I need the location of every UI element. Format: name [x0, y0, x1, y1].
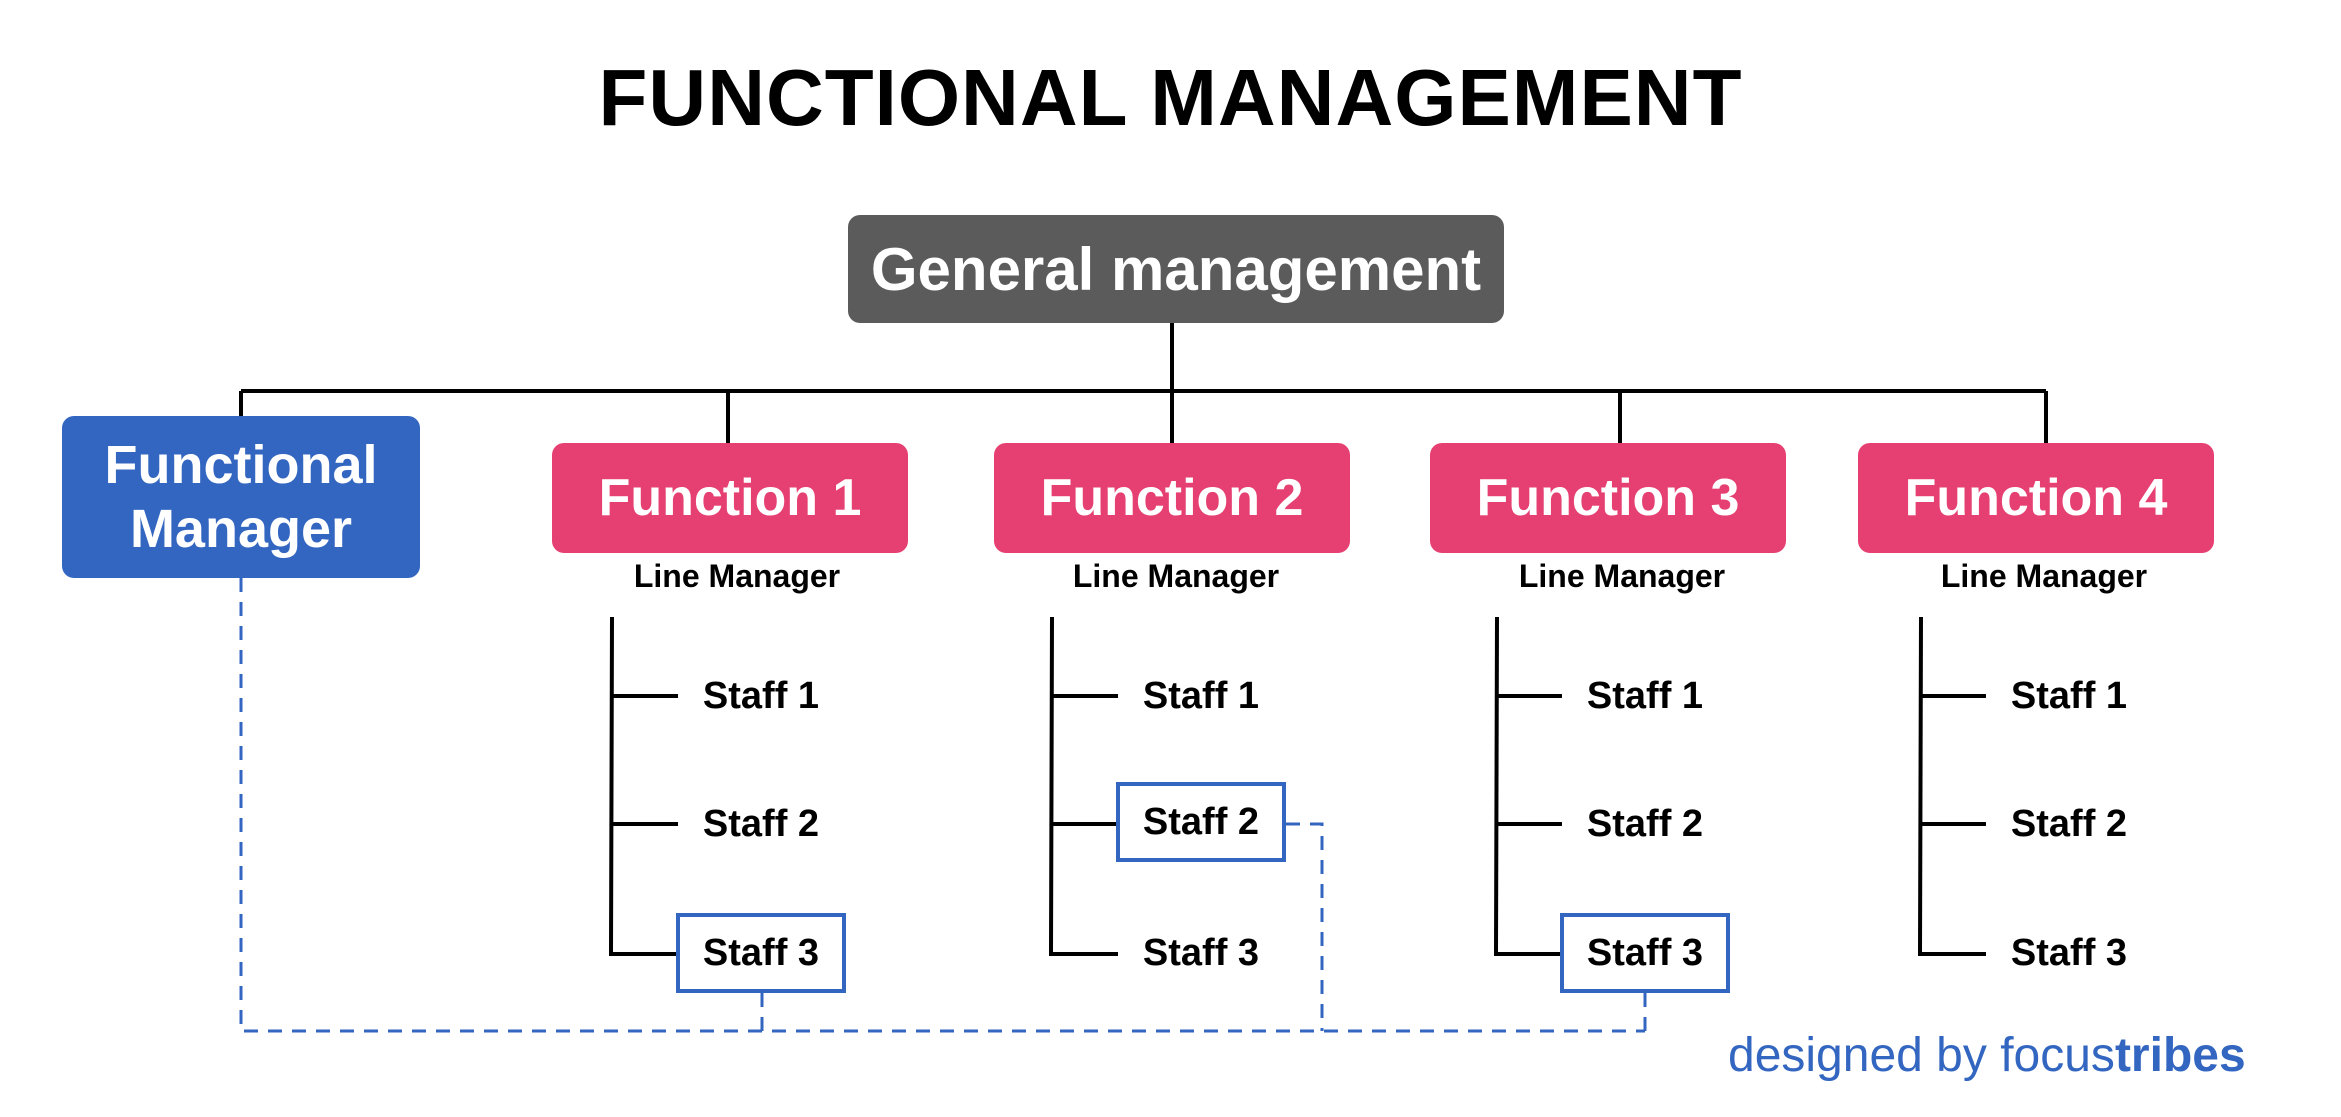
function-2-staff-2-highlighted: Staff 2	[1116, 782, 1286, 862]
function-4-label: Function 4	[1904, 469, 2168, 527]
function-1-staff-tree	[608, 616, 678, 956]
f2-staff-2-dashed-link	[1286, 822, 1324, 1031]
credit-brand-light: focus	[2000, 1029, 2115, 1082]
functional-manager-label-line1: Functional	[104, 435, 378, 495]
credit-brand-bold: tribes	[2114, 1029, 2246, 1082]
function-1-staff-3-highlighted: Staff 3	[676, 913, 846, 993]
function-2-line-manager: Line Manager	[1072, 558, 1280, 594]
functional-manager-dashed-link	[239, 578, 1645, 1033]
function-4-staff-tree	[1917, 616, 1986, 956]
function-1-box: Function 1	[552, 443, 908, 553]
function-4-box: Function 4	[1858, 443, 2214, 553]
function-4-staff-1: Staff 1	[2010, 674, 2128, 717]
function-3-staff-3-highlighted: Staff 3	[1560, 913, 1730, 993]
general-management-box: General management	[848, 215, 1504, 323]
function-2-staff-tree	[1048, 616, 1118, 956]
hierarchy-connectors	[239, 323, 2048, 443]
page-title: FUNCTIONAL MANAGEMENT	[598, 53, 1743, 142]
functional-manager-label-line2: Manager	[129, 499, 353, 559]
function-2-staff-3: Staff 3	[1142, 931, 1260, 974]
designer-credit: designed by focustribes	[1728, 1028, 2246, 1083]
function-3-box: Function 3	[1430, 443, 1786, 553]
functional-manager-box: Functional Manager	[62, 416, 420, 578]
function-1-label: Function 1	[598, 469, 862, 527]
function-3-staff-1: Staff 1	[1586, 674, 1704, 717]
function-1-staff-1: Staff 1	[702, 674, 820, 717]
function-3-label: Function 3	[1476, 469, 1740, 527]
function-2-box: Function 2	[994, 443, 1350, 553]
function-2-staff-1: Staff 1	[1142, 674, 1260, 717]
function-3-line-manager: Line Manager	[1518, 558, 1726, 594]
function-1-line-manager: Line Manager	[633, 558, 841, 594]
function-2-label: Function 2	[1040, 469, 1304, 527]
functional-links	[239, 578, 1647, 1033]
function-3-staff-tree	[1493, 616, 1562, 956]
function-4-staff-2: Staff 2	[2010, 802, 2128, 845]
credit-prefix: designed by	[1728, 1029, 2001, 1082]
function-4-line-manager: Line Manager	[1940, 558, 2148, 594]
general-management-label: General management	[870, 235, 1482, 303]
function-1-staff-2: Staff 2	[702, 802, 820, 845]
function-4-staff-3: Staff 3	[2010, 931, 2128, 974]
function-3-staff-2: Staff 2	[1586, 802, 1704, 845]
